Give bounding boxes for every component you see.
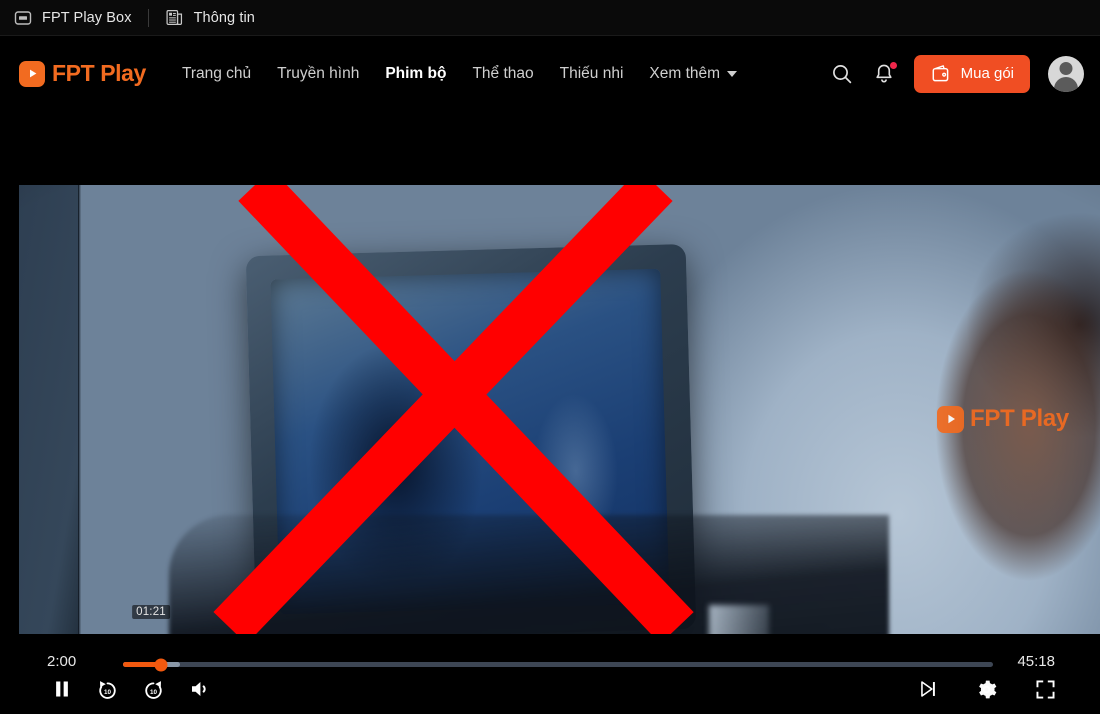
next-episode-icon bbox=[921, 681, 935, 697]
topbar-item-fpt-play-box[interactable]: FPT Play Box bbox=[0, 0, 148, 36]
fpt-play-watermark: FPT Play bbox=[937, 405, 1069, 433]
search-icon[interactable] bbox=[830, 62, 854, 86]
gear-icon bbox=[979, 680, 997, 698]
control-buttons-right bbox=[914, 675, 1100, 704]
total-time-label: 45:18 bbox=[1017, 653, 1055, 670]
watermark-text: FPT Play bbox=[970, 405, 1069, 432]
settings-button[interactable] bbox=[972, 675, 1001, 704]
progress-scrubber-handle[interactable] bbox=[154, 658, 168, 671]
svg-text:10: 10 bbox=[150, 688, 158, 695]
document-icon bbox=[165, 8, 184, 27]
avatar-head bbox=[1059, 61, 1073, 75]
topbar-label: FPT Play Box bbox=[42, 9, 132, 26]
play-icon bbox=[937, 405, 964, 433]
scrubber-hover-time: 01:21 bbox=[132, 605, 170, 619]
topbar-item-thong-tin[interactable]: Thông tin bbox=[149, 0, 271, 36]
buy-package-label: Mua gói bbox=[960, 65, 1014, 82]
nav-link-phim-bo[interactable]: Phim bộ bbox=[385, 65, 446, 83]
nav-link-thieu-nhi[interactable]: Thiếu nhi bbox=[560, 65, 624, 83]
nav-actions: Mua gói bbox=[830, 54, 1100, 93]
wallet-icon bbox=[930, 63, 952, 85]
volume-button[interactable] bbox=[185, 674, 215, 704]
control-button-row: 10 10 bbox=[0, 671, 1100, 707]
page-root: FPT Play Box Thông tin FPT Play Trang ch… bbox=[0, 0, 1100, 714]
next-episode-button[interactable] bbox=[914, 675, 942, 703]
fullscreen-icon bbox=[1036, 679, 1055, 699]
pause-button[interactable] bbox=[48, 675, 76, 703]
control-buttons-left: 10 10 bbox=[0, 674, 215, 704]
svg-text:10: 10 bbox=[104, 688, 112, 695]
progress-bar[interactable] bbox=[123, 658, 993, 671]
nav-link-the-thao[interactable]: Thể thao bbox=[472, 65, 533, 83]
main-navigation: FPT Play Trang chủ Truyền hình Phim bộ T… bbox=[0, 45, 1100, 102]
forward-10-button[interactable]: 10 bbox=[139, 675, 168, 704]
play-icon bbox=[19, 60, 45, 87]
nav-link-truyen-hinh[interactable]: Truyền hình bbox=[277, 65, 359, 83]
fullscreen-button[interactable] bbox=[1031, 675, 1060, 704]
top-utility-bar: FPT Play Box Thông tin bbox=[0, 0, 1100, 36]
brand-logo[interactable]: FPT Play bbox=[0, 60, 146, 87]
forward-10-icon: 10 bbox=[145, 680, 162, 699]
player-controls: 01:21 2:00 45:18 10 10 bbox=[0, 605, 1100, 714]
buy-package-button[interactable]: Mua gói bbox=[913, 54, 1030, 93]
nav-more-label: Xem thêm bbox=[649, 64, 721, 82]
nav-link-trang-chu[interactable]: Trang chủ bbox=[182, 65, 251, 83]
chevron-down-icon bbox=[727, 70, 738, 77]
user-avatar[interactable] bbox=[1048, 55, 1084, 92]
brand-text: FPT Play bbox=[52, 60, 146, 86]
current-time-label: 2:00 bbox=[47, 653, 77, 670]
bell-icon[interactable] bbox=[872, 61, 897, 86]
notification-badge-dot bbox=[889, 61, 897, 69]
topbar-label: Thông tin bbox=[193, 9, 255, 26]
nav-links: Trang chủ Truyền hình Phim bộ Thể thao T… bbox=[182, 64, 738, 83]
avatar-body bbox=[1054, 76, 1078, 92]
rewind-10-icon: 10 bbox=[99, 680, 116, 699]
nav-link-xem-them[interactable]: Xem thêm bbox=[649, 64, 738, 83]
pause-icon bbox=[56, 681, 68, 697]
volume-icon bbox=[192, 682, 206, 696]
box-icon bbox=[14, 9, 32, 27]
rewind-10-button[interactable]: 10 bbox=[93, 675, 122, 704]
